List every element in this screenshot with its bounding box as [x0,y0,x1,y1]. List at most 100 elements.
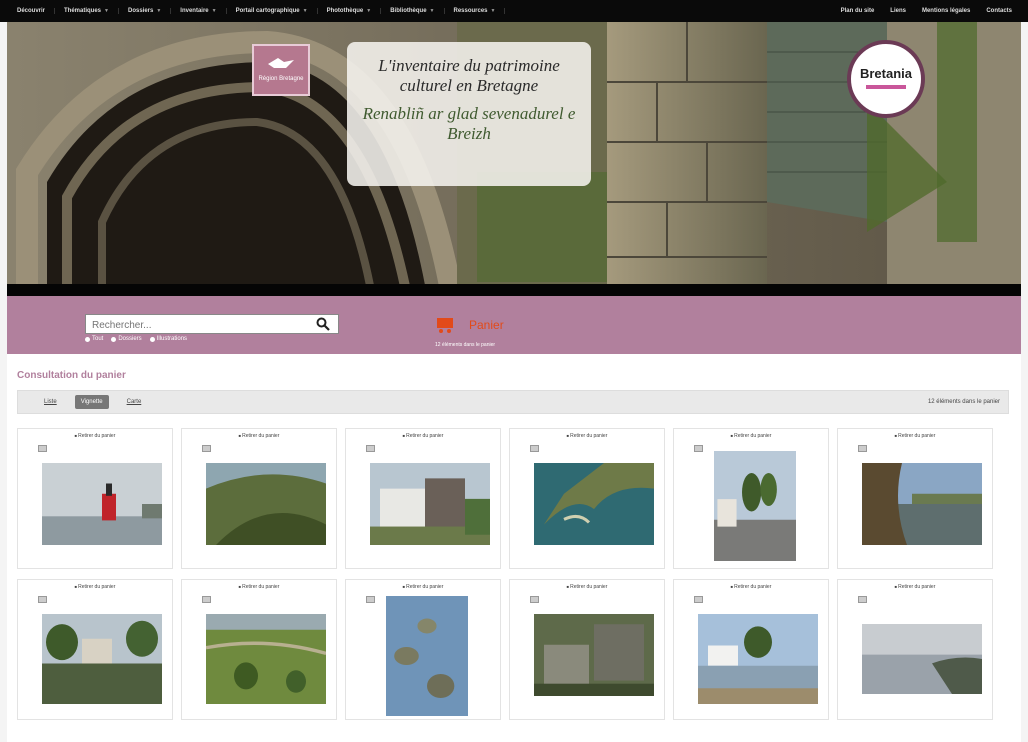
remove-from-cart-link[interactable]: Retirer du panier [674,584,828,590]
cart-item-card: Retirer du panier [673,579,829,720]
folder-icon[interactable] [38,445,47,452]
search-option-label: Illustrations [156,336,188,342]
nav-item-5[interactable]: Photothèque ▼ [318,8,382,14]
nav-item-label: Thématiques [64,8,102,14]
chevron-down-icon: ▼ [490,8,496,14]
cart-item-card: Retirer du panier [345,428,501,569]
main-menu: Découvrir Thématiques ▼ Dossiers ▼ Inventaire… [8,8,506,14]
nav-item-2[interactable]: Dossiers ▼ [119,8,172,14]
remove-from-cart-link[interactable]: Retirer du panier [510,433,664,439]
bretania-badge[interactable]: Bretania [847,40,925,118]
remove-from-cart-link[interactable]: Retirer du panier [838,433,992,439]
view-tab-vignette[interactable]: Vignette [74,395,109,409]
chevron-down-icon: ▼ [429,8,435,14]
region-logo-text: Région Bretagne [258,76,304,82]
view-toolbar: Liste Vignette Carte 12 éléments dans le p… [17,390,1009,414]
cart-count-text: 12 éléments dans le panier [435,342,496,348]
folder-icon[interactable] [530,445,539,452]
thumbnail-image[interactable] [206,463,326,545]
bird-icon [268,58,294,68]
utility-link-3[interactable]: Contacts [978,8,1020,14]
cart-item-card: Retirer du panier [17,579,173,720]
nav-item-4[interactable]: Portail cartographique ▼ [227,8,318,14]
chevron-down-icon: ▼ [302,8,308,14]
remove-from-cart-link[interactable]: Retirer du panier [346,433,500,439]
utility-link-1[interactable]: Liens [882,8,914,14]
thumbnail-image[interactable] [386,596,468,716]
view-tab-carte[interactable]: Carte [121,395,148,409]
view-tab-liste[interactable]: Liste [38,395,63,409]
thumbnail-image[interactable] [698,614,818,704]
tagline-french: L'inventaire du patrimoine culturel en B… [378,56,560,95]
nav-item-6[interactable]: Bibliothèque ▼ [381,8,445,14]
nav-item-label: Portail cartographique [235,8,300,14]
radio-button[interactable] [149,336,155,342]
nav-item-label: Ressources [453,8,488,14]
search-option-2[interactable]: Illustrations [149,336,188,342]
folder-icon[interactable] [858,596,867,603]
remove-from-cart-link[interactable]: Retirer du panier [346,584,500,590]
badge-accent-bar [866,85,906,89]
nav-item-label: Photothèque [326,8,364,14]
thumbnail-image[interactable] [42,463,162,545]
thumbnail-image[interactable] [714,451,796,561]
cart-item-card: Retirer du panier [837,428,993,569]
thumbnail-image[interactable] [534,463,654,545]
cart-item-card: Retirer du panier [181,428,337,569]
search-option-label: Dossiers [118,336,142,342]
utility-link-2[interactable]: Mentions légales [914,8,978,14]
folder-icon[interactable] [530,596,539,603]
folder-icon[interactable] [366,445,375,452]
folder-icon[interactable] [202,596,211,603]
chevron-down-icon: ▼ [104,8,109,14]
radio-button[interactable] [111,336,117,342]
search-option-1[interactable]: Dossiers [111,336,142,342]
page-title: Consultation du panier [17,370,126,381]
cart-item-card: Retirer du panier [181,579,337,720]
search-band: Tout Dossiers Illustrations Panier 12 élém… [7,296,1021,354]
nav-item-3[interactable]: Inventaire ▼ [171,8,227,14]
hero-banner: Région Bretagne L'inventaire du patrimoi… [7,22,1021,296]
search-option-0[interactable]: Tout [85,336,103,342]
region-logo[interactable]: Région Bretagne [252,44,310,96]
remove-from-cart-link[interactable]: Retirer du panier [18,433,172,439]
folder-icon[interactable] [694,445,703,452]
remove-from-cart-link[interactable]: Retirer du panier [510,584,664,590]
nav-item-1[interactable]: Thématiques ▼ [55,8,119,14]
view-tabs: Liste Vignette Carte [38,395,159,409]
item-count: 12 éléments dans le panier [927,399,1000,405]
thumbnail-image[interactable] [205,614,327,704]
folder-icon[interactable] [38,596,47,603]
remove-from-cart-link[interactable]: Retirer du panier [18,584,172,590]
folder-icon[interactable] [202,445,211,452]
tagline-breton: Renabliñ ar glad sevenadurel e Breizh [362,104,576,143]
search-box [85,314,339,335]
cart-item-card: Retirer du panier [509,579,665,720]
cart-widget[interactable]: Panier 12 éléments dans le panier [435,316,504,348]
search-input[interactable] [86,316,306,335]
bretania-label: Bretania [859,66,913,81]
search-scope-options: Tout Dossiers Illustrations [85,336,187,342]
chevron-down-icon: ▼ [366,8,372,14]
nav-item-7[interactable]: Ressources ▼ [445,8,506,14]
utility-link-0[interactable]: Plan du site [833,8,883,14]
thumbnail-image[interactable] [534,614,654,696]
thumbnail-image[interactable] [862,463,982,545]
search-icon[interactable] [316,317,330,331]
nav-item-label: Bibliothèque [390,8,427,14]
thumbnail-image[interactable] [862,624,982,694]
folder-icon[interactable] [858,445,867,452]
nav-item-0[interactable]: Découvrir [8,8,56,14]
remove-from-cart-link[interactable]: Retirer du panier [182,584,336,590]
remove-from-cart-link[interactable]: Retirer du panier [674,433,828,439]
thumbnail-image[interactable] [42,614,162,704]
radio-button[interactable] [85,336,90,342]
banner-bottom-strip [7,284,1021,296]
banner-tagline-card: L'inventaire du patrimoine culturel en B… [347,42,591,186]
nav-item-label: Dossiers [127,8,154,14]
remove-from-cart-link[interactable]: Retirer du panier [838,584,992,590]
remove-from-cart-link[interactable]: Retirer du panier [182,433,336,439]
folder-icon[interactable] [694,596,703,603]
folder-icon[interactable] [366,596,375,603]
thumbnail-image[interactable] [370,463,490,545]
